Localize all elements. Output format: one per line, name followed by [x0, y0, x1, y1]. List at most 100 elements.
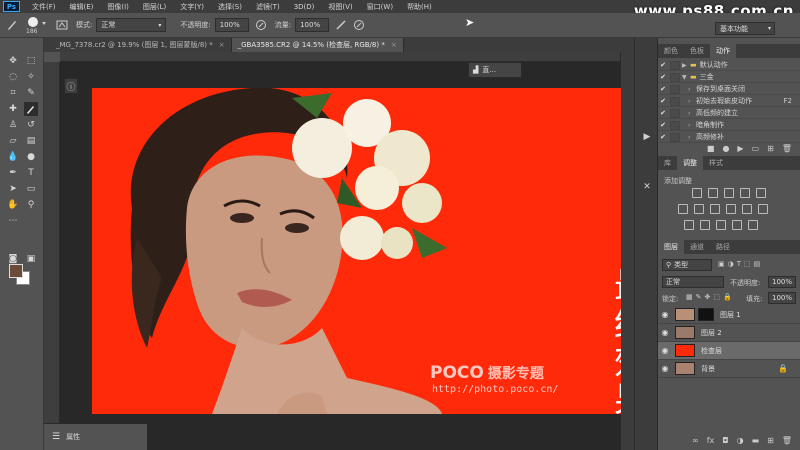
vibrance-icon[interactable]	[756, 188, 766, 198]
tab-layers[interactable]: 图层	[658, 240, 684, 254]
fx-icon[interactable]: fx	[707, 436, 715, 445]
gradient-map-icon[interactable]	[732, 220, 742, 230]
tab-libraries[interactable]: 库	[658, 156, 677, 170]
eyedropper-tool-icon[interactable]: ✎	[24, 86, 38, 100]
posterize-icon[interactable]	[700, 220, 710, 230]
hand-tool-icon[interactable]: ✋	[6, 198, 20, 212]
link-layers-icon[interactable]: ∞	[692, 436, 699, 445]
tab-document-1[interactable]: _MG_7378.cr2 @ 19.9% (图层 1, 图层蒙版/8) * ×	[44, 38, 232, 52]
photo-filter-icon[interactable]	[726, 204, 736, 214]
new-layer-icon[interactable]: ⊞	[767, 436, 774, 445]
tab-actions[interactable]: 动作	[710, 44, 736, 58]
marquee-tool-icon[interactable]: ⬚	[24, 54, 38, 68]
black-white-icon[interactable]	[710, 204, 720, 214]
clone-stamp-tool-icon[interactable]: ♙	[6, 118, 20, 132]
zoom-tool-icon[interactable]: ⚲	[24, 198, 38, 212]
check-icon[interactable]: ✔	[658, 61, 668, 69]
hue-saturation-icon[interactable]	[678, 204, 688, 214]
action-item[interactable]: ✔ › 高低频的建立	[658, 108, 800, 119]
eraser-tool-icon[interactable]: ▱	[6, 134, 20, 148]
gradient-tool-icon[interactable]: ▤	[24, 134, 38, 148]
dialog-toggle[interactable]	[670, 72, 680, 82]
more-tools-icon[interactable]: ⋯	[6, 214, 20, 228]
menu-type[interactable]: 文字(Y)	[173, 2, 211, 12]
opacity-input[interactable]: 100%	[214, 18, 249, 32]
layer-filter-icons[interactable]: ▣◑T⬚▤	[718, 260, 763, 268]
expand-icon[interactable]: ▼	[682, 74, 690, 81]
dodge-tool-icon[interactable]: ●	[24, 150, 38, 164]
airbrush-icon[interactable]	[335, 19, 347, 31]
layer-opacity-input[interactable]: 100%	[768, 276, 796, 288]
eye-icon[interactable]: ◉	[658, 346, 672, 355]
stop-icon[interactable]: ■	[707, 144, 715, 153]
flow-input[interactable]: 100%	[295, 18, 330, 32]
play-icon[interactable]: ▶	[737, 144, 743, 153]
trash-icon[interactable]: 🗑	[782, 436, 792, 445]
record-icon[interactable]: ●	[722, 144, 729, 153]
screen-mode-icon[interactable]: ▣	[24, 252, 38, 266]
new-set-icon[interactable]: ▭	[752, 144, 760, 153]
curves-icon[interactable]	[724, 188, 734, 198]
action-set-default[interactable]: ✔ ▶ ▬ 默认动作	[658, 60, 800, 71]
dialog-toggle[interactable]	[670, 120, 680, 130]
expand-icon[interactable]: ›	[688, 86, 696, 93]
threshold-icon[interactable]	[716, 220, 726, 230]
brush-tool-icon[interactable]	[24, 102, 38, 116]
dialog-toggle[interactable]	[670, 96, 680, 106]
layer-mask-thumbnail[interactable]	[698, 308, 714, 321]
dialog-toggle[interactable]	[670, 60, 680, 70]
channel-mixer-icon[interactable]	[742, 204, 752, 214]
expand-icon[interactable]: ›	[688, 110, 696, 117]
lock-icons[interactable]: ▦✎✥⬚🔒	[686, 293, 735, 301]
menu-select[interactable]: 选择(S)	[211, 2, 249, 12]
magic-wand-tool-icon[interactable]: ✧	[24, 70, 38, 84]
fill-input[interactable]: 100%	[768, 292, 796, 304]
check-icon[interactable]: ✔	[658, 73, 668, 81]
action-set-sanjin[interactable]: ✔ ▼ ▬ 三金	[658, 72, 800, 83]
history-brush-tool-icon[interactable]: ↺	[24, 118, 38, 132]
menu-view[interactable]: 视图(V)	[321, 2, 359, 12]
add-mask-icon[interactable]: ◘	[722, 436, 728, 445]
action-item[interactable]: ✔ › 保存到桌面关闭	[658, 84, 800, 95]
check-icon[interactable]: ✔	[658, 85, 668, 93]
color-balance-icon[interactable]	[694, 204, 704, 214]
properties-panel-collapsed[interactable]: ☰ 属性	[44, 423, 147, 450]
blend-mode-select[interactable]: 正常	[662, 276, 724, 288]
new-group-icon[interactable]: ▬	[752, 436, 760, 445]
healing-brush-tool-icon[interactable]: ✚	[6, 102, 20, 116]
tab-swatches[interactable]: 色板	[684, 44, 710, 58]
rectangle-tool-icon[interactable]: ▭	[24, 182, 38, 196]
lasso-tool-icon[interactable]: ◌	[6, 70, 20, 84]
layer-row[interactable]: ◉ 背景 🔒	[658, 360, 800, 378]
layer-row[interactable]: ◉ 图层 1	[658, 306, 800, 324]
histogram-float-panel[interactable]: ▟ 直...	[468, 62, 522, 78]
workspace-select[interactable]: 基本功能 ▾	[715, 22, 775, 35]
close-icon[interactable]: ×	[219, 41, 225, 49]
expand-icon[interactable]: ›	[688, 134, 696, 141]
action-item[interactable]: ✔ › 初始去瑕疵皮动作 F2	[658, 96, 800, 107]
move-tool-icon[interactable]: ✥	[6, 54, 20, 68]
new-action-icon[interactable]: ⊞	[767, 144, 774, 153]
eye-icon[interactable]: ◉	[658, 364, 672, 373]
layer-filter-select[interactable]: ⚲ 类型	[662, 259, 712, 271]
opacity-pressure-icon[interactable]	[255, 19, 267, 31]
tab-adjustments[interactable]: 调整	[677, 156, 703, 170]
check-icon[interactable]: ✔	[658, 133, 668, 141]
type-tool-icon[interactable]: T	[24, 166, 38, 180]
levels-icon[interactable]	[708, 188, 718, 198]
expand-icon[interactable]: ›	[688, 122, 696, 129]
info-icon[interactable]: ⓘ	[64, 78, 78, 94]
adjustment-layer-icon[interactable]: ◑	[737, 436, 744, 445]
brush-settings-icon[interactable]	[56, 19, 68, 31]
brush-preset-picker[interactable]: 186	[22, 14, 50, 36]
invert-icon[interactable]	[684, 220, 694, 230]
menu-help[interactable]: 帮助(H)	[400, 2, 439, 12]
check-icon[interactable]: ✔	[658, 97, 668, 105]
eye-icon[interactable]: ◉	[658, 310, 672, 319]
check-icon[interactable]: ✔	[658, 121, 668, 129]
play-icon[interactable]: ▶	[640, 130, 654, 144]
menu-3d[interactable]: 3D(D)	[287, 3, 322, 11]
menu-image[interactable]: 图像(I)	[100, 2, 136, 12]
menu-filter[interactable]: 滤镜(T)	[249, 2, 287, 12]
check-icon[interactable]: ✔	[658, 109, 668, 117]
